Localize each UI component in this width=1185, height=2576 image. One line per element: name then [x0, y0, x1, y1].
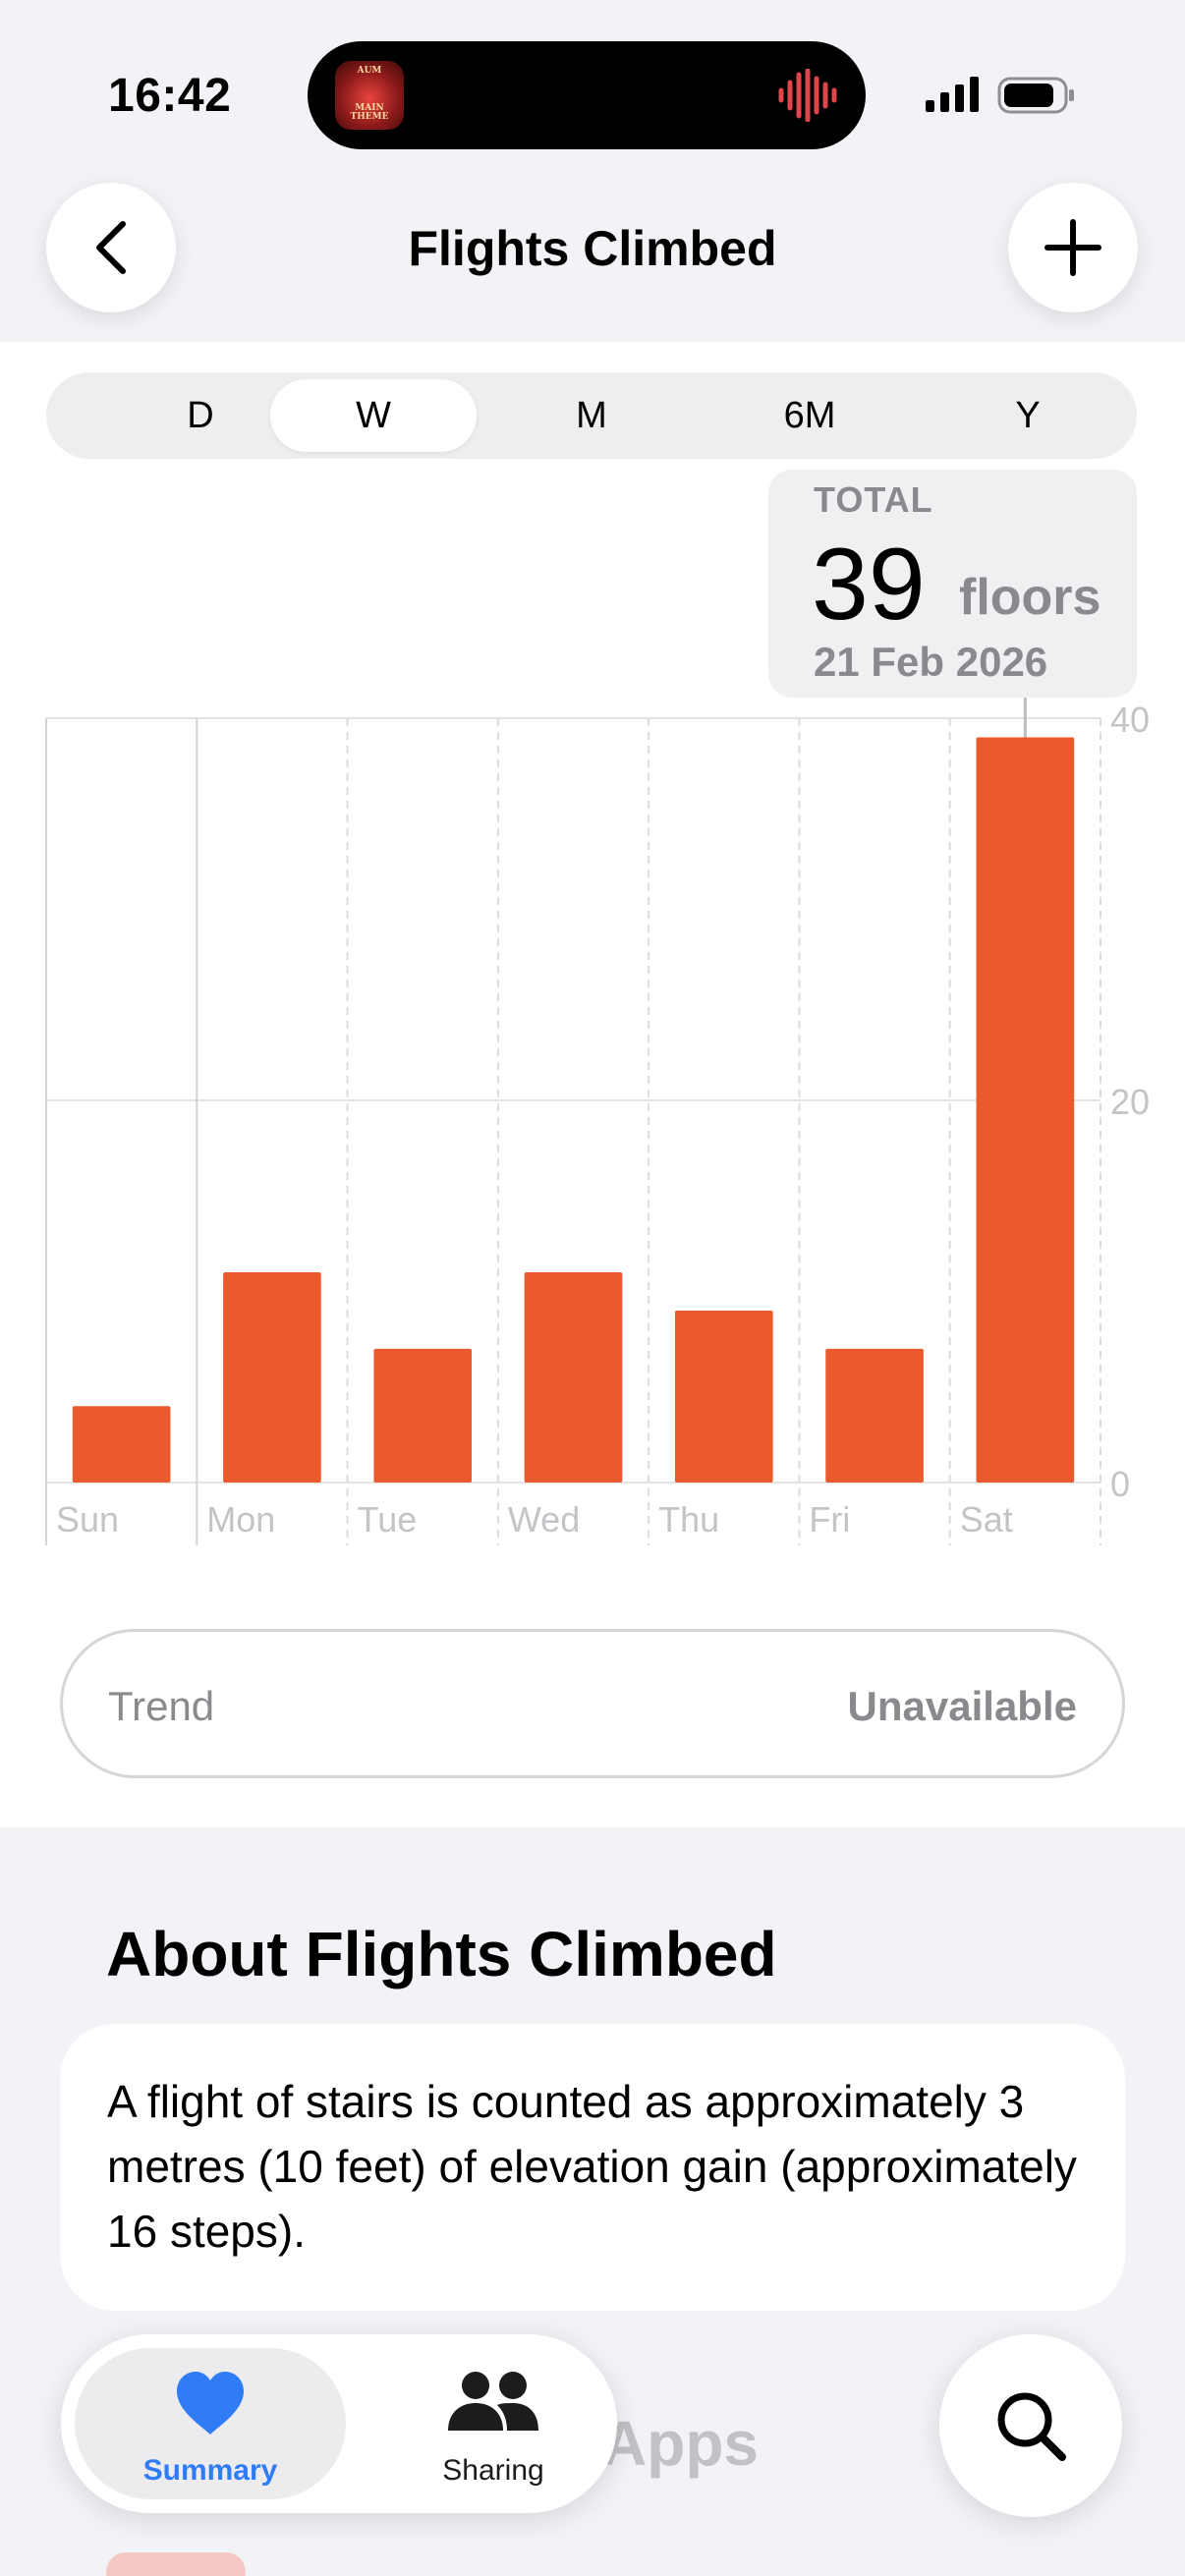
x-tick-label: Mon — [206, 1499, 275, 1540]
total-value: 39 — [812, 528, 926, 642]
y-tick-label: 20 — [1110, 1082, 1150, 1122]
x-tick-label: Tue — [358, 1499, 418, 1540]
plus-icon — [1044, 219, 1101, 276]
time-range-selector: D W M 6M Y — [46, 372, 1137, 459]
about-heading: About Flights Climbed — [106, 1919, 777, 1989]
bar-tue[interactable] — [373, 1348, 473, 1483]
trend-row[interactable]: Trend Unavailable — [60, 1629, 1125, 1778]
trend-value: Unavailable — [847, 1683, 1077, 1729]
about-description: A flight of stairs is counted as approxi… — [107, 2076, 1077, 2257]
bar-wed[interactable] — [524, 1272, 623, 1483]
bar-thu[interactable] — [674, 1310, 773, 1483]
artwork-text-bottom: MAIN THEME — [350, 103, 389, 122]
about-card: A flight of stairs is counted as approxi… — [60, 2024, 1125, 2311]
total-date: 21 Feb 2026 — [814, 639, 1048, 685]
range-option-y[interactable]: Y — [925, 379, 1131, 452]
bar-sat[interactable] — [976, 737, 1075, 1483]
selection-summary-card: TOTAL 39 floors 21 Feb 2026 — [768, 470, 1137, 698]
search-icon — [997, 2392, 1066, 2461]
tab-sharing[interactable]: Sharing — [385, 2348, 601, 2499]
now-playing-artwork: AUM MAIN THEME — [335, 61, 404, 130]
range-option-6m[interactable]: 6M — [706, 379, 913, 452]
tab-summary[interactable]: Summary — [75, 2348, 346, 2499]
y-tick-label: 40 — [1110, 700, 1150, 740]
flights-bar-chart[interactable]: 0 20 40 Sun Mon Tue Wed Thu Fri Sat — [0, 688, 1185, 1552]
dynamic-island[interactable]: AUM MAIN THEME — [308, 41, 866, 149]
add-data-button[interactable] — [1008, 183, 1138, 312]
total-unit: floors — [959, 569, 1101, 626]
cellular-signal-icon — [926, 77, 979, 112]
battery-icon — [997, 77, 1074, 114]
app-icon-partial — [106, 2552, 246, 2576]
apps-section-heading: Apps — [601, 2408, 759, 2479]
bar-fri[interactable] — [825, 1348, 924, 1483]
tab-bar: Summary Sharing — [61, 2334, 617, 2513]
y-tick-label: 0 — [1110, 1464, 1130, 1504]
search-button[interactable] — [939, 2334, 1122, 2517]
x-tick-label: Sun — [56, 1499, 119, 1540]
x-tick-label: Thu — [658, 1499, 719, 1540]
tab-sharing-label: Sharing — [442, 2454, 544, 2487]
x-tick-label: Fri — [809, 1499, 850, 1540]
range-option-w[interactable]: W — [270, 379, 477, 452]
artwork-text-top: AUM — [357, 66, 382, 76]
x-tick-label: Wed — [508, 1499, 580, 1540]
heart-icon — [177, 2372, 244, 2435]
trend-label: Trend — [108, 1683, 215, 1729]
range-option-m[interactable]: M — [488, 379, 695, 452]
status-time: 16:42 — [108, 70, 232, 122]
bar-sun[interactable] — [72, 1406, 171, 1483]
people-icon — [448, 2372, 538, 2431]
audio-waveform-icon — [778, 69, 837, 122]
x-tick-label: Sat — [960, 1499, 1013, 1540]
total-label: TOTAL — [814, 479, 933, 520]
status-bar: 16:42 AUM MAIN THEME — [0, 0, 1185, 187]
bar-mon[interactable] — [223, 1272, 321, 1483]
tab-summary-label: Summary — [142, 2454, 278, 2487]
